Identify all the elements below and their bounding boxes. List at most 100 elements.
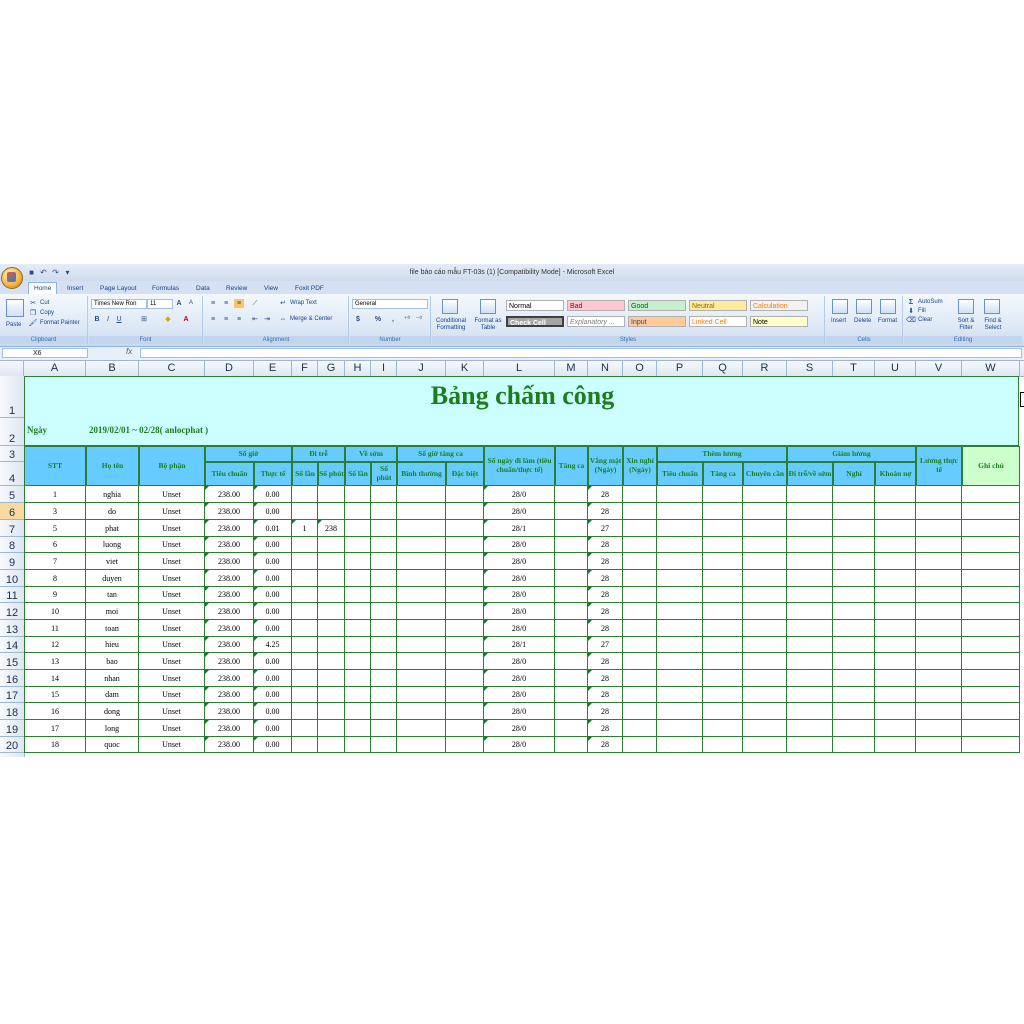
row-header-13[interactable]: 13 [0, 620, 24, 637]
cell-dept[interactable]: Unset [139, 486, 205, 503]
cell-name[interactable]: bao [86, 653, 139, 670]
cell-empty[interactable] [962, 603, 1020, 620]
cell-empty[interactable] [371, 603, 397, 620]
cell-empty[interactable] [703, 720, 743, 737]
paste-button[interactable]: Paste [6, 322, 21, 328]
cell-empty[interactable] [555, 603, 588, 620]
cell-empty[interactable] [371, 503, 397, 520]
cell-empty[interactable] [703, 637, 743, 653]
cell-late_n[interactable] [292, 737, 318, 753]
cell-dept[interactable]: Unset [139, 637, 205, 653]
bold-icon[interactable]: B [92, 315, 102, 324]
cell-empty[interactable] [743, 620, 787, 637]
cell-empty[interactable] [743, 737, 787, 753]
italic-icon[interactable]: I [103, 315, 113, 324]
cell-empty[interactable] [703, 670, 743, 687]
cell-act[interactable]: 0.00 [254, 587, 292, 603]
column-header-d[interactable]: D [205, 361, 254, 376]
cell-empty[interactable] [446, 503, 484, 520]
cell-empty[interactable] [345, 503, 371, 520]
cell-late_m[interactable] [318, 620, 345, 637]
cell-empty[interactable] [371, 537, 397, 553]
cell-days[interactable]: 28/0 [484, 687, 555, 703]
cell-days[interactable]: 28/0 [484, 670, 555, 687]
tab-home[interactable]: Home [28, 282, 58, 294]
cell-empty[interactable] [446, 670, 484, 687]
cell-name[interactable]: quoc [86, 737, 139, 753]
cell-empty[interactable] [703, 537, 743, 553]
format-cells-icon[interactable] [880, 299, 896, 314]
cell-std[interactable]: 238.00 [205, 653, 254, 670]
cell-empty[interactable] [371, 587, 397, 603]
cell-empty[interactable] [657, 653, 703, 670]
cell-days[interactable]: 28/0 [484, 486, 555, 503]
cell-empty[interactable] [555, 670, 588, 687]
cell-dept[interactable]: Unset [139, 620, 205, 637]
cell-empty[interactable] [833, 720, 875, 737]
cell-std[interactable]: 238.00 [205, 503, 254, 520]
cell-style-neutral[interactable]: Neutral [689, 300, 747, 311]
cell-empty[interactable] [623, 703, 657, 720]
cell-act[interactable]: 0.00 [254, 503, 292, 520]
cell-dept[interactable]: Unset [139, 737, 205, 753]
cell-empty[interactable] [875, 720, 916, 737]
cell-stt[interactable]: 17 [24, 720, 86, 737]
cell-empty[interactable] [623, 637, 657, 653]
fill-button[interactable]: Fill [918, 308, 926, 314]
cell-act[interactable]: 0.00 [254, 653, 292, 670]
cell-empty[interactable] [345, 653, 371, 670]
cell-late_m[interactable] [318, 553, 345, 570]
clear-icon[interactable]: ⌫ [906, 316, 916, 325]
cell-late_n[interactable] [292, 603, 318, 620]
cell-std[interactable]: 238.00 [205, 520, 254, 537]
cell-empty[interactable] [446, 537, 484, 553]
cell-empty[interactable] [703, 703, 743, 720]
cell-stt[interactable]: 10 [24, 603, 86, 620]
cell-name[interactable]: duyen [86, 570, 139, 587]
cell-empty[interactable] [345, 737, 371, 753]
copy-icon[interactable]: ❐ [28, 309, 38, 318]
cell-act[interactable]: 0.00 [254, 620, 292, 637]
cell-empty[interactable] [703, 687, 743, 703]
merge-center-icon[interactable]: ⇔ [278, 315, 288, 324]
cell-empty[interactable] [345, 520, 371, 537]
cell-empty[interactable] [446, 520, 484, 537]
cell-absent[interactable]: 27 [588, 637, 623, 653]
cell-act[interactable]: 0.00 [254, 553, 292, 570]
format-painter-icon[interactable]: 🖌 [28, 319, 38, 328]
delete-cells-icon[interactable] [856, 299, 872, 314]
cell-empty[interactable] [833, 653, 875, 670]
cell-empty[interactable] [345, 670, 371, 687]
cell-empty[interactable] [743, 587, 787, 603]
conditional-formatting-button[interactable]: Conditional Formatting [432, 318, 470, 332]
cell-empty[interactable] [345, 720, 371, 737]
cell-days[interactable]: 28/0 [484, 537, 555, 553]
cell-act[interactable]: 0.00 [254, 670, 292, 687]
cell-std[interactable]: 238.00 [205, 587, 254, 603]
cell-late_n[interactable] [292, 620, 318, 637]
cell-empty[interactable] [833, 637, 875, 653]
cell-days[interactable]: 28/0 [484, 553, 555, 570]
cell-late_n[interactable] [292, 587, 318, 603]
cell-empty[interactable] [743, 520, 787, 537]
cell-empty[interactable] [743, 503, 787, 520]
cell-empty[interactable] [743, 553, 787, 570]
cell-empty[interactable] [787, 553, 833, 570]
cell-empty[interactable] [397, 503, 446, 520]
cell-late_m[interactable] [318, 670, 345, 687]
insert-function-button[interactable]: fx [126, 347, 132, 356]
cell-style-explanatory[interactable]: Explanatory ... [567, 316, 625, 327]
cell-std[interactable]: 238.00 [205, 603, 254, 620]
cell-empty[interactable] [397, 620, 446, 637]
cell-empty[interactable] [397, 603, 446, 620]
cell-empty[interactable] [833, 670, 875, 687]
cell-name[interactable]: moi [86, 603, 139, 620]
column-header-r[interactable]: R [743, 361, 787, 376]
cell-empty[interactable] [555, 503, 588, 520]
cell-empty[interactable] [787, 637, 833, 653]
cell-dept[interactable]: Unset [139, 670, 205, 687]
cell-late_n[interactable] [292, 637, 318, 653]
cell-days[interactable]: 28/0 [484, 653, 555, 670]
row-header-18[interactable]: 18 [0, 703, 24, 720]
cell-late_n[interactable] [292, 486, 318, 503]
